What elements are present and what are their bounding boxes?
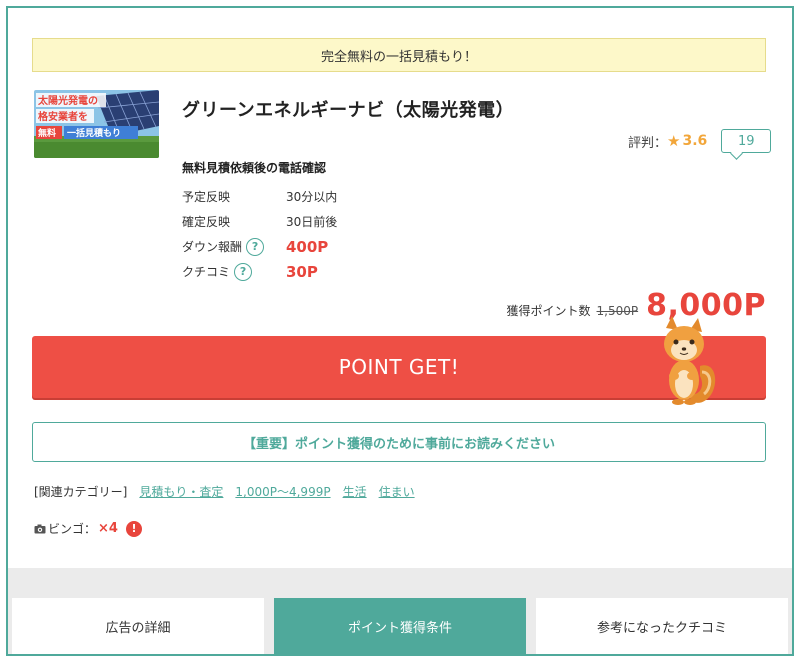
offer-title: グリーンエネルギーナビ（太陽光発電） <box>182 100 515 121</box>
detail-label: ダウン報酬 <box>182 240 243 254</box>
important-notice-button[interactable]: 【重要】ポイント獲得のために事前にお読みください <box>32 422 766 462</box>
detail-row-scheduled: 予定反映 30分以内 <box>182 184 337 209</box>
detail-label: 確定反映 <box>182 215 231 229</box>
category-link[interactable]: 住まい <box>379 483 415 500</box>
detail-value-review-reward: 30P <box>286 262 318 281</box>
points-old: 1,500P <box>596 304 639 318</box>
tab-ad-details[interactable]: 広告の詳細 <box>12 598 264 654</box>
bingo-info: ビンゴ： ×4 ! <box>34 520 142 537</box>
detail-label: クチコミ <box>182 265 231 279</box>
detail-value-download-reward: 400P <box>286 237 329 256</box>
category-link[interactable]: 1,000P〜4,999P <box>235 483 330 500</box>
detail-value: 30日前後 <box>286 215 338 229</box>
tab-bar: 広告の詳細 ポイント獲得条件 参考になったクチコミ <box>8 568 792 654</box>
detail-row-confirmed: 確定反映 30日前後 <box>182 209 337 234</box>
camera-icon <box>34 524 46 533</box>
related-categories: [関連カテゴリー] 見積もり・査定 1,000P〜4,999P 生活 住まい <box>34 483 415 500</box>
rating: 評判： ★ 3.6 19 <box>628 129 772 153</box>
rating-label: 評判： <box>628 135 668 151</box>
tab-point-conditions[interactable]: ポイント獲得条件 <box>274 598 526 654</box>
offer-thumbnail[interactable]: 太陽光発電の 格安業者を 無料 一括見積もり <box>34 90 159 158</box>
thumb-line1: 太陽光発電の <box>37 94 98 107</box>
category-link[interactable]: 見積もり・査定 <box>139 483 223 500</box>
detail-row-review: クチコミ ? 30P <box>182 259 337 284</box>
tab-helpful-reviews[interactable]: 参考になったクチコミ <box>536 598 788 654</box>
offer-card: 完全無料の一括見積もり！ 太陽光発電の 格安業者を 無料 一括見積もり グリーン… <box>6 6 794 656</box>
rating-score: 3.6 <box>682 133 708 149</box>
categories-label: [関連カテゴリー] <box>34 485 128 499</box>
thumb-badge-free: 無料 <box>38 127 56 139</box>
squirrel-mascot-icon <box>664 316 716 405</box>
bingo-label: ビンゴ： <box>48 522 97 536</box>
thumbnail-image: 太陽光発電の 格安業者を 無料 一括見積もり <box>34 90 159 158</box>
free-quote-notice: 完全無料の一括見積もり！ <box>32 38 766 72</box>
thumb-badge-quote: 一括見積もり <box>67 127 121 139</box>
alert-icon[interactable]: ! <box>125 520 142 537</box>
detail-label: 予定反映 <box>182 190 231 204</box>
help-icon[interactable]: ? <box>246 237 265 256</box>
category-link[interactable]: 生活 <box>343 483 367 500</box>
detail-row-download: ダウン報酬 ? 400P <box>182 234 337 259</box>
detail-value: 30分以内 <box>286 190 338 204</box>
star-icon: ★ <box>667 132 681 150</box>
notice-text: 完全無料の一括見積もり！ <box>320 49 477 65</box>
help-icon[interactable]: ? <box>234 262 253 281</box>
point-summary: 獲得ポイント数 1,500P 8,000P <box>507 288 767 323</box>
review-count-bubble[interactable]: 19 <box>721 129 772 153</box>
thumb-line2: 格安業者を <box>38 110 88 123</box>
offer-condition: 無料見積依頼後の電話確認 <box>182 161 327 175</box>
bingo-multiplier: ×4 <box>98 521 118 536</box>
offer-details: 予定反映 30分以内 確定反映 30日前後 ダウン報酬 ? 400P クチコミ … <box>182 184 337 284</box>
points-label: 獲得ポイント数 <box>506 304 591 318</box>
